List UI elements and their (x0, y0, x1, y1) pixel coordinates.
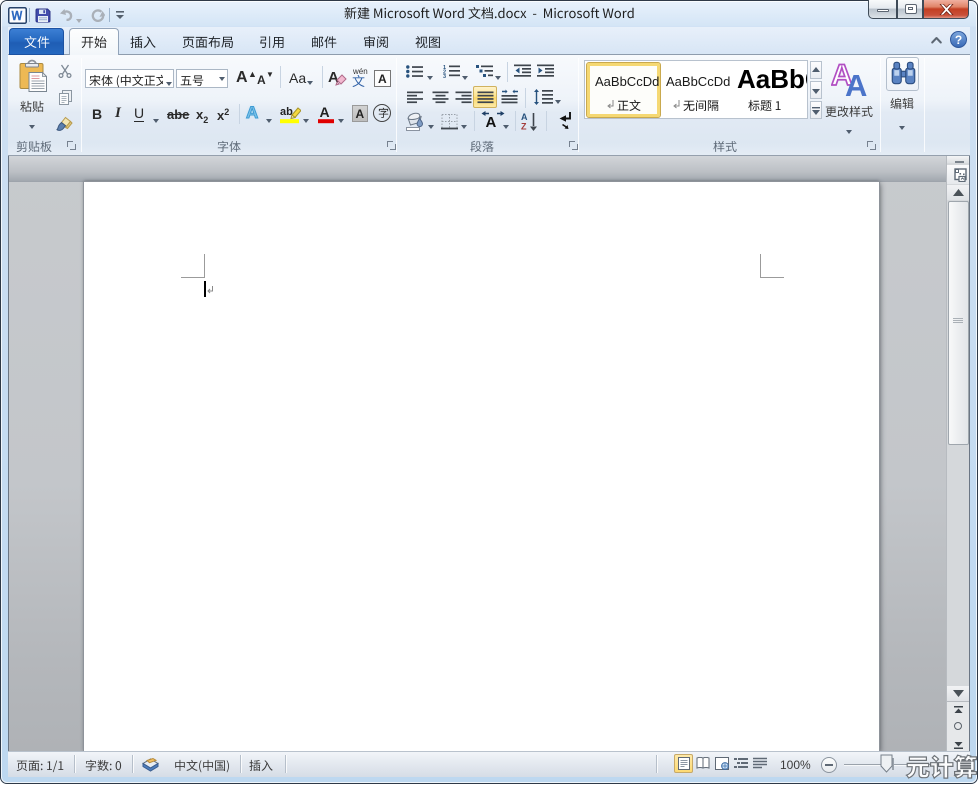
svg-text:A: A (845, 68, 867, 97)
svg-text:A: A (486, 114, 497, 129)
svg-text:A: A (320, 104, 330, 120)
svg-text:3: 3 (443, 74, 446, 78)
svg-text:?: ? (955, 33, 962, 47)
svg-text:Z: Z (521, 122, 527, 132)
svg-text:A: A (521, 112, 528, 122)
